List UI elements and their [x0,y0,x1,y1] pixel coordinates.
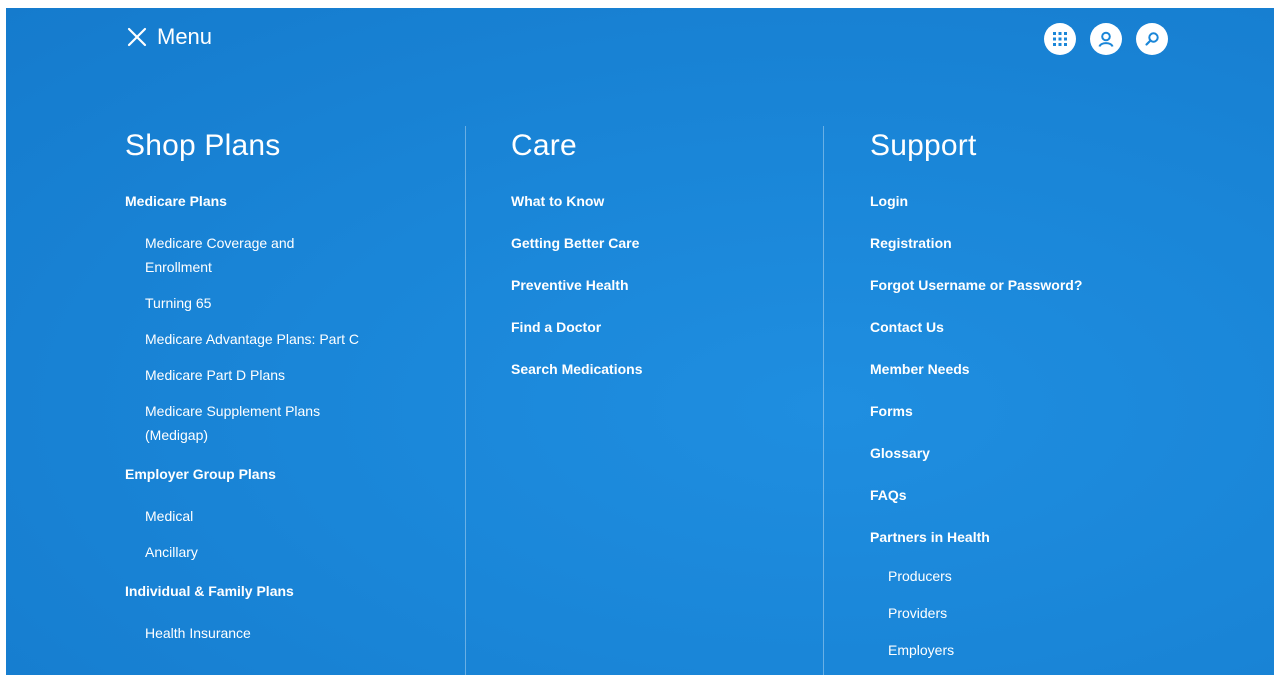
column-divider [823,126,824,675]
link-getting-better-care[interactable]: Getting Better Care [511,234,821,252]
care-list: What to Know Getting Better Care Prevent… [511,192,821,378]
link-providers[interactable]: Providers [888,601,1250,625]
search-button[interactable] [1136,23,1168,55]
link-employers[interactable]: Employers [888,638,1250,662]
link-member-needs[interactable]: Member Needs [870,360,1250,378]
link-find-a-doctor[interactable]: Find a Doctor [511,318,821,336]
care-column: Care What to Know Getting Better Care Pr… [511,126,821,402]
link-ancillary[interactable]: Ancillary [145,540,465,564]
close-menu-button[interactable]: Menu [127,24,212,50]
link-what-to-know[interactable]: What to Know [511,192,821,210]
link-registration[interactable]: Registration [870,234,1250,252]
link-partners-in-health[interactable]: Partners in Health [870,528,1250,546]
link-medicare-coverage-enrollment[interactable]: Medicare Coverage and Enrollment [145,231,355,279]
user-account-icon [1098,31,1114,47]
care-heading: Care [511,129,577,162]
apps-button[interactable] [1044,23,1076,55]
apps-grid-icon [1053,32,1067,46]
close-icon [127,27,147,47]
link-employer-group-plans[interactable]: Employer Group Plans [125,465,465,483]
account-button[interactable] [1090,23,1122,55]
header-icon-group [1044,23,1168,55]
link-turning-65[interactable]: Turning 65 [145,291,465,315]
link-individual-family-plans[interactable]: Individual & Family Plans [125,582,465,600]
link-contact-us[interactable]: Contact Us [870,318,1250,336]
link-forms[interactable]: Forms [870,402,1250,420]
link-medicare-advantage[interactable]: Medicare Advantage Plans: Part C [145,327,465,351]
shop-plans-column: Shop Plans Medicare Plans Medicare Cover… [125,126,465,657]
link-login[interactable]: Login [870,192,1250,210]
shop-plans-list: Medicare Plans Medicare Coverage and Enr… [125,192,465,645]
search-icon [1145,32,1159,46]
link-preventive-health[interactable]: Preventive Health [511,276,821,294]
top-bar: Menu [6,8,1274,78]
link-faqs[interactable]: FAQs [870,486,1250,504]
link-forgot-credentials[interactable]: Forgot Username or Password? [870,276,1250,294]
link-medicare-part-d[interactable]: Medicare Part D Plans [145,363,465,387]
link-producers[interactable]: Producers [888,564,1250,588]
menu-label: Menu [157,24,213,49]
support-heading: Support [870,129,977,162]
shop-plans-heading: Shop Plans [125,129,281,162]
link-medicare-supplement[interactable]: Medicare Supplement Plans (Medigap) [145,399,375,447]
support-column: Support Login Registration Forgot Userna… [870,126,1250,675]
link-search-medications[interactable]: Search Medications [511,360,821,378]
column-divider [465,126,466,675]
link-medicare-plans[interactable]: Medicare Plans [125,192,465,210]
link-medical[interactable]: Medical [145,504,465,528]
link-health-insurance[interactable]: Health Insurance [145,621,465,645]
link-glossary[interactable]: Glossary [870,444,1250,462]
support-list: Login Registration Forgot Username or Pa… [870,192,1250,662]
menu-overlay: Menu Shop Plans Medicare Plans Medicare … [6,8,1274,675]
